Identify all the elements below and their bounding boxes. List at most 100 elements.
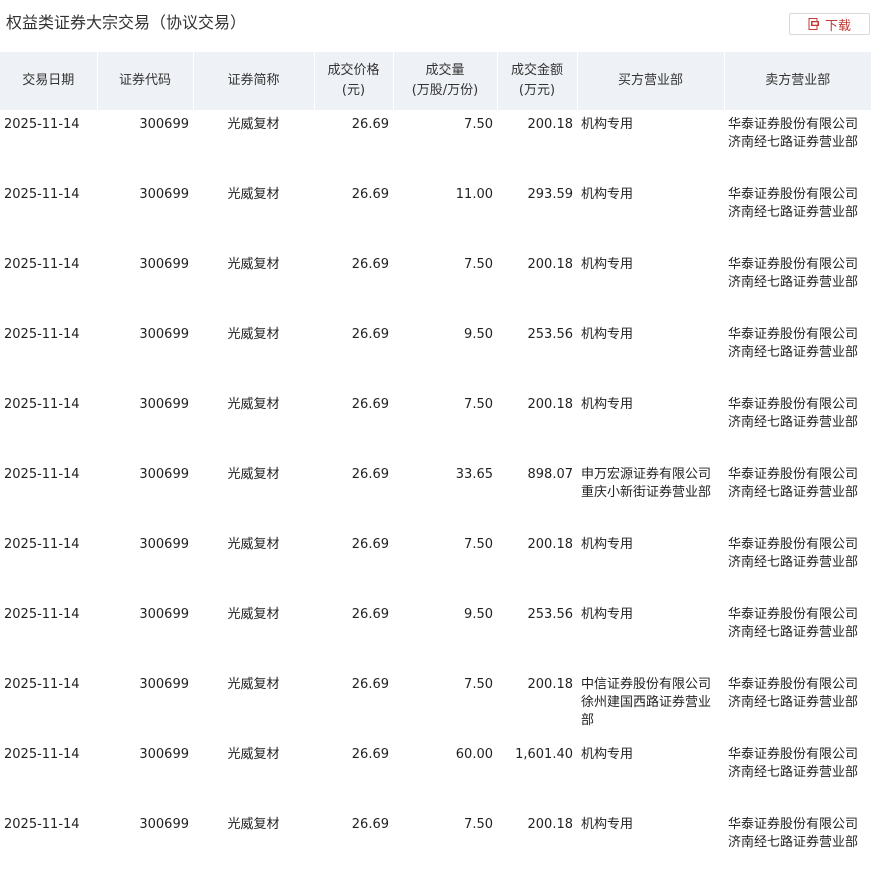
cell-date: 2025-11-14	[4, 747, 80, 762]
cell-code: 300699	[139, 677, 189, 692]
cell-amount: 253.56	[527, 327, 574, 342]
cell-price: 26.69	[351, 327, 389, 342]
cell-date: 2025-11-14	[4, 817, 80, 832]
cell-date: 2025-11-14	[4, 117, 80, 132]
table-row: 2025-11-14 300699 光威复材 26.69 33.65 898.07 申万宏源…	[0, 460, 871, 530]
cell-name: 光威复材	[227, 397, 280, 412]
cell-volume: 7.50	[464, 677, 493, 692]
cell-date: 2025-11-14	[4, 677, 80, 692]
col-header-code[interactable]: 证券代码	[97, 52, 194, 110]
cell-volume: 9.50	[464, 607, 493, 622]
col-header-seller[interactable]: 卖方营业部	[724, 52, 871, 110]
cell-volume: 9.50	[464, 327, 493, 342]
cell-code: 300699	[139, 747, 189, 762]
cell-price: 26.69	[351, 747, 389, 762]
cell-seller: 华泰证券股份有限公司济南经七路证券营业部	[728, 607, 859, 640]
cell-amount: 200.18	[527, 117, 574, 132]
table-row: 2025-11-14 300699 光威复材 26.69 9.50 253.56 机构专用 华…	[0, 320, 871, 390]
cell-volume: 11.00	[455, 187, 493, 202]
cell-code: 300699	[139, 397, 189, 412]
cell-amount: 200.18	[527, 817, 574, 832]
cell-buyer: 机构专用	[581, 187, 634, 202]
cell-code: 300699	[139, 817, 189, 832]
cell-code: 300699	[139, 537, 189, 552]
table-row: 2025-11-14 300699 光威复材 26.69 7.50 200.18 中信证券股…	[0, 670, 871, 740]
cell-date: 2025-11-14	[4, 187, 80, 202]
cell-code: 300699	[139, 607, 189, 622]
cell-name: 光威复材	[227, 747, 280, 762]
cell-amount: 898.07	[527, 467, 574, 482]
table-header-row: 交易日期 证券代码 证券简称 成交价格 (元) 成交量 (万股/万份) 成交金额 (万…	[0, 52, 871, 110]
col-header-volume[interactable]: 成交量 (万股/万份)	[393, 52, 498, 110]
cell-code: 300699	[139, 187, 189, 202]
page: 权益类证券大宗交易（协议交易） 下载 交易日期 证券代码 证券简称 成交价格 (…	[0, 0, 872, 882]
cell-price: 26.69	[351, 537, 389, 552]
cell-buyer: 机构专用	[581, 397, 634, 412]
col-header-buyer[interactable]: 买方营业部	[577, 52, 725, 110]
cell-price: 26.69	[351, 467, 389, 482]
cell-name: 光威复材	[227, 607, 280, 622]
block-trade-table: 交易日期 证券代码 证券简称 成交价格 (元) 成交量 (万股/万份) 成交金额 (万…	[0, 52, 871, 880]
cell-date: 2025-11-14	[4, 257, 80, 272]
cell-price: 26.69	[351, 117, 389, 132]
table-row: 2025-11-14 300699 光威复材 26.69 7.50 200.18 机构专用 华…	[0, 110, 871, 180]
page-title: 权益类证券大宗交易（协议交易）	[6, 13, 247, 32]
table-row: 2025-11-14 300699 光威复材 26.69 7.50 200.18 机构专用 华…	[0, 390, 871, 460]
cell-date: 2025-11-14	[4, 467, 80, 482]
cell-price: 26.69	[351, 187, 389, 202]
cell-buyer: 机构专用	[581, 117, 634, 132]
cell-amount: 200.18	[527, 677, 574, 692]
cell-name: 光威复材	[227, 467, 280, 482]
table-row: 2025-11-14 300699 光威复材 26.69 60.00 1,601.40 机构…	[0, 740, 871, 810]
cell-name: 光威复材	[227, 537, 280, 552]
cell-buyer: 机构专用	[581, 537, 634, 552]
cell-price: 26.69	[351, 607, 389, 622]
table-row: 2025-11-14 300699 光威复材 26.69 11.00 293.59 机构专用…	[0, 180, 871, 250]
cell-buyer: 申万宏源证券有限公司重庆小新街证券营业部	[581, 467, 712, 500]
cell-amount: 1,601.40	[515, 747, 573, 762]
cell-volume: 33.65	[455, 467, 493, 482]
cell-buyer: 机构专用	[581, 257, 634, 272]
cell-code: 300699	[139, 327, 189, 342]
download-label: 下载	[824, 18, 851, 34]
cell-seller: 华泰证券股份有限公司济南经七路证券营业部	[728, 187, 859, 220]
cell-date: 2025-11-14	[4, 397, 80, 412]
cell-date: 2025-11-14	[4, 537, 80, 552]
cell-amount: 253.56	[527, 607, 574, 622]
cell-seller: 华泰证券股份有限公司济南经七路证券营业部	[728, 327, 859, 360]
cell-buyer: 机构专用	[581, 327, 634, 342]
col-header-name[interactable]: 证券简称	[193, 52, 315, 110]
cell-price: 26.69	[351, 397, 389, 412]
table-row: 2025-11-14 300699 光威复材 26.69 7.50 200.18 机构专用 华…	[0, 250, 871, 320]
cell-amount: 200.18	[527, 397, 574, 412]
cell-seller: 华泰证券股份有限公司济南经七路证券营业部	[728, 397, 859, 430]
table-row: 2025-11-14 300699 光威复材 26.69 9.50 253.56 机构专用 华…	[0, 600, 871, 670]
table-body: 2025-11-14 300699 光威复材 26.69 7.50 200.18 机构专用华…	[0, 110, 871, 880]
cell-name: 光威复材	[227, 677, 280, 692]
cell-buyer: 机构专用	[581, 607, 634, 622]
cell-seller: 华泰证券股份有限公司济南经七路证券营业部	[728, 467, 859, 500]
cell-volume: 7.50	[464, 117, 493, 132]
cell-name: 光威复材	[227, 327, 280, 342]
cell-amount: 200.18	[527, 537, 574, 552]
col-header-date[interactable]: 交易日期	[0, 52, 98, 110]
cell-seller: 华泰证券股份有限公司济南经七路证券营业部	[728, 747, 859, 780]
cell-volume: 7.50	[464, 397, 493, 412]
table-row: 2025-11-14 300699 光威复材 26.69 7.50 200.18 机构专用 华…	[0, 530, 871, 600]
cell-volume: 7.50	[464, 257, 493, 272]
cell-price: 26.69	[351, 257, 389, 272]
cell-code: 300699	[139, 467, 189, 482]
col-header-price[interactable]: 成交价格 (元)	[314, 52, 394, 110]
cell-seller: 华泰证券股份有限公司济南经七路证券营业部	[728, 257, 859, 290]
cell-volume: 7.50	[464, 817, 493, 832]
download-button[interactable]: 下载	[789, 13, 870, 35]
cell-amount: 293.59	[527, 187, 574, 202]
cell-date: 2025-11-14	[4, 327, 80, 342]
cell-code: 300699	[139, 117, 189, 132]
cell-name: 光威复材	[227, 117, 280, 132]
col-header-amount[interactable]: 成交金额 (万元)	[497, 52, 578, 110]
cell-buyer: 中信证券股份有限公司徐州建国西路证券营业部	[581, 677, 712, 728]
cell-seller: 华泰证券股份有限公司济南经七路证券营业部	[728, 117, 859, 150]
cell-seller: 华泰证券股份有限公司济南经七路证券营业部	[728, 677, 859, 710]
cell-name: 光威复材	[227, 187, 280, 202]
